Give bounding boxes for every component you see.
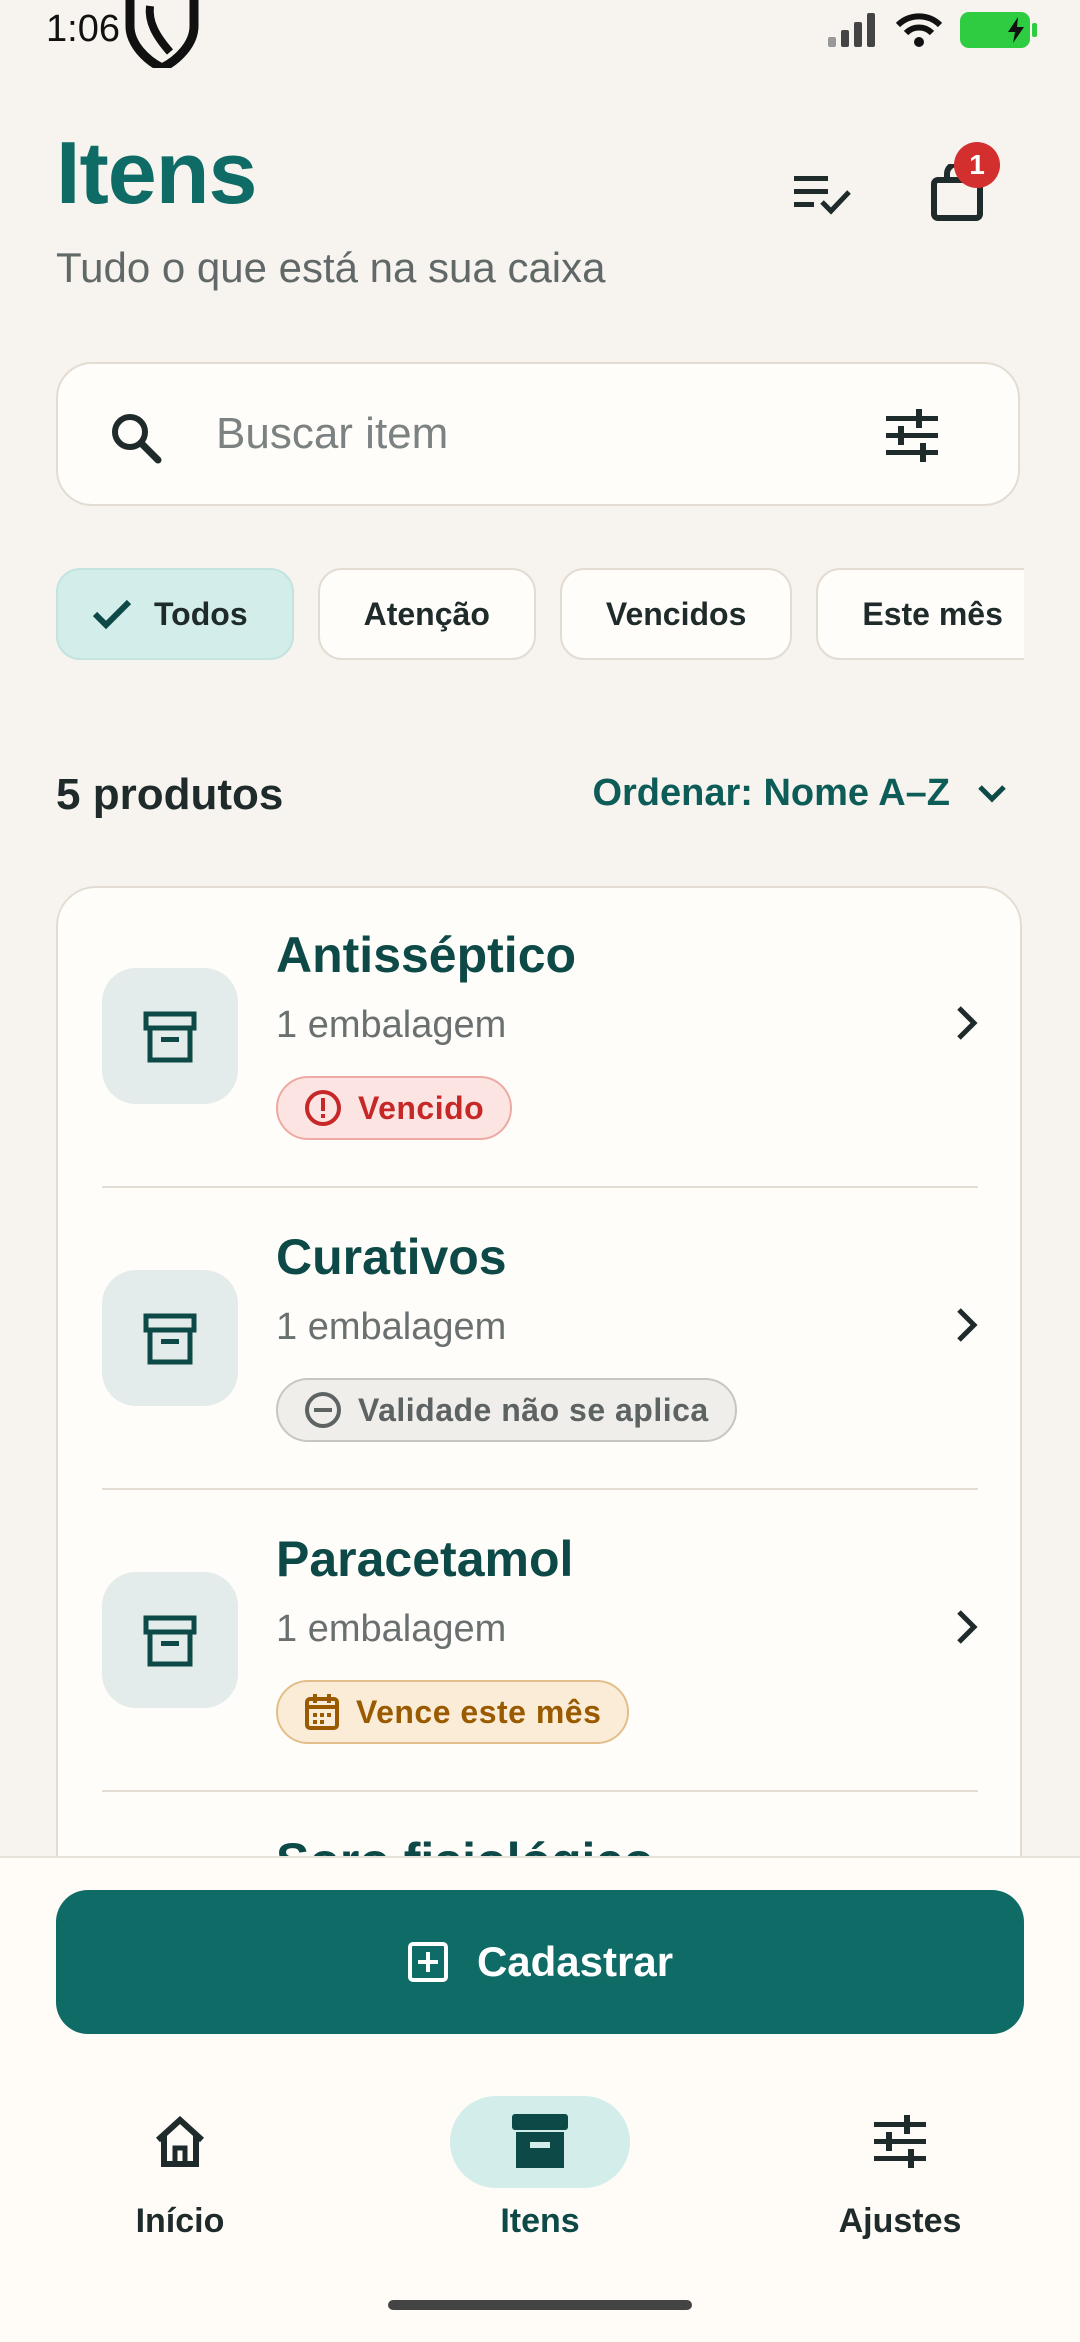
- item-name: Curativos: [276, 1229, 507, 1285]
- product-count: 5 produtos: [56, 770, 284, 819]
- chip-label: Atenção: [363, 595, 490, 632]
- archive-icon: [102, 1572, 238, 1708]
- chip-atencao[interactable]: Atenção: [317, 568, 536, 660]
- list-item[interactable]: Paracetamol 1 embalagem Vence este mês: [58, 1492, 1020, 1792]
- archive-icon: [102, 968, 238, 1104]
- status-label: Vence este mês: [356, 1693, 602, 1730]
- add-box-icon: [407, 1942, 448, 1982]
- list-item[interactable]: Antisséptico 1 embalagem Vencido: [58, 888, 1020, 1188]
- nav-ajustes[interactable]: Ajustes: [770, 2096, 1030, 2241]
- nav-label: Itens: [500, 2202, 580, 2240]
- shield-icon: [122, 0, 202, 74]
- checklist-button[interactable]: [777, 148, 867, 238]
- status-badge: Vencido: [276, 1076, 513, 1140]
- nav-label: Ajustes: [838, 2202, 962, 2240]
- chip-label: Vencidos: [605, 595, 747, 632]
- nav-itens[interactable]: Itens: [410, 2096, 670, 2241]
- add-item-button[interactable]: Cadastrar: [56, 1890, 1024, 2034]
- add-item-label: Cadastrar: [476, 1938, 674, 1985]
- minus-circle-icon: [305, 1392, 341, 1428]
- item-name: Antisséptico: [276, 927, 577, 983]
- page-subtitle: Tudo o que está na sua caixa: [56, 244, 606, 291]
- search-icon: [112, 414, 162, 464]
- chip-vencidos[interactable]: Vencidos: [559, 568, 793, 660]
- status-time: 1:06: [46, 8, 120, 50]
- nav-pill: [90, 2096, 270, 2188]
- signal-icon: [828, 13, 875, 47]
- chevron-down-icon: [978, 784, 1006, 803]
- search-input[interactable]: [214, 398, 858, 470]
- nav-pill: [450, 2096, 630, 2188]
- item-meta: 1 embalagem: [276, 1004, 507, 1046]
- search-bar: [56, 362, 1020, 506]
- sliders-icon: [874, 2115, 926, 2168]
- nav-pill: [810, 2096, 990, 2188]
- filter-chips: Todos Atenção Vencidos Este mês: [56, 568, 1024, 664]
- nav-inicio[interactable]: Início: [50, 2096, 310, 2241]
- chip-este-mes[interactable]: Este mês: [816, 568, 1024, 660]
- divider: [102, 1790, 978, 1792]
- status-label: Validade não se aplica: [358, 1391, 709, 1428]
- bag-button[interactable]: 1: [912, 142, 1002, 238]
- list-item[interactable]: Curativos 1 embalagem Validade não se ap…: [58, 1190, 1020, 1490]
- battery-icon: [960, 12, 1037, 48]
- chevron-right-icon: [957, 1308, 978, 1342]
- item-meta: 1 embalagem: [276, 1608, 507, 1650]
- status-badge: Validade não se aplica: [276, 1378, 737, 1442]
- page-title: Itens: [56, 123, 257, 222]
- chip-label: Este mês: [862, 595, 1003, 632]
- sort-dropdown[interactable]: Ordenar: Nome A–Z: [592, 772, 1008, 815]
- calendar-icon: [305, 1694, 339, 1730]
- home-indicator[interactable]: [388, 2300, 692, 2310]
- nav-label: Início: [135, 2202, 225, 2240]
- divider: [102, 1488, 978, 1490]
- product-list: Antisséptico 1 embalagem Vencido Curativ…: [56, 886, 1022, 1926]
- wifi-icon: [896, 13, 942, 47]
- archive-icon: [102, 1270, 238, 1406]
- filter-sliders-icon[interactable]: [884, 408, 940, 464]
- bag-count-badge: 1: [954, 142, 1000, 188]
- item-meta: 1 embalagem: [276, 1306, 507, 1348]
- chevron-right-icon: [957, 1006, 978, 1040]
- chevron-right-icon: [957, 1610, 978, 1644]
- chip-label: Todos: [154, 595, 248, 632]
- sort-label: Ordenar: Nome A–Z: [592, 772, 950, 814]
- status-label: Vencido: [358, 1089, 485, 1126]
- status-badge: Vence este mês: [276, 1680, 630, 1744]
- status-icons: [828, 12, 1037, 48]
- divider: [102, 1186, 978, 1188]
- alert-circle-icon: [305, 1090, 341, 1126]
- chip-todos[interactable]: Todos: [56, 568, 294, 660]
- home-icon: [155, 2116, 205, 2167]
- item-name: Paracetamol: [276, 1531, 574, 1587]
- playlist-check-icon: [794, 176, 851, 215]
- check-icon: [92, 598, 132, 630]
- archive-icon: [512, 2114, 568, 2168]
